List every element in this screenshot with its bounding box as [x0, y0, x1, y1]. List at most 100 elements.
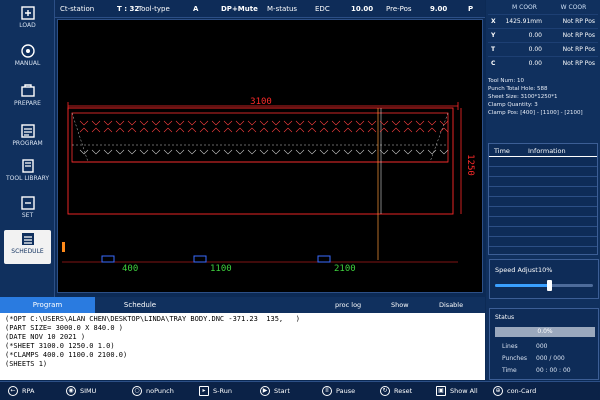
punch-hit: [139, 149, 149, 155]
speed-slider[interactable]: [495, 280, 593, 291]
nopunch-button[interactable]: ○ noPunch: [132, 386, 174, 396]
sidebar-item-schedule[interactable]: SCHEDULE: [4, 230, 51, 264]
coord-row-c: C 0.00 Not RP Pos: [488, 56, 598, 70]
single-run-icon: ▸: [199, 386, 209, 396]
punch-hit: [427, 127, 437, 133]
punch-hit: [403, 149, 413, 155]
message-log-table[interactable]: Time Information: [488, 143, 598, 255]
table-row: [489, 197, 597, 207]
rpa-button[interactable]: ← RPA: [8, 386, 34, 396]
time-value: 00 : 00 : 00: [536, 367, 571, 374]
button-label: con-Card: [507, 387, 537, 395]
sidebar-item-program[interactable]: PROGRAM: [4, 122, 51, 158]
punch-hit: [223, 120, 233, 126]
m-coord-value: 0.00: [528, 60, 542, 67]
con-card-button[interactable]: ⊕ con-Card: [493, 386, 536, 396]
table-row: [489, 217, 597, 227]
punch-hit: [247, 120, 257, 126]
punch-hit: [127, 127, 137, 133]
sidebar-item-manual[interactable]: MANUAL: [4, 42, 51, 78]
axis-label: C: [491, 60, 496, 67]
sheet-drawing-canvas[interactable]: 3100 1250 400 1100 2100: [57, 19, 483, 293]
punch-hit: [415, 149, 425, 155]
globe-icon: ⊕: [493, 386, 503, 396]
punch-hit: [391, 120, 401, 126]
table-row: [489, 167, 597, 177]
w-coord-value: Not RP Pos: [562, 18, 595, 25]
no-punch-icon: ○: [132, 386, 142, 396]
punch-hit: [211, 149, 221, 155]
reset-button[interactable]: ↻ Reset: [380, 386, 412, 396]
progress-bar: 0.0%: [495, 327, 595, 337]
program-tab-bar: Program Schedule proc log Show Disable: [0, 297, 485, 313]
punch-hit: [307, 120, 317, 126]
status-title: Status: [495, 314, 515, 321]
schedule-icon: [21, 233, 34, 245]
information-column-header: Information: [528, 147, 566, 155]
time-column-header: Time: [494, 147, 510, 155]
punch-hit: [439, 149, 449, 155]
sidebar-item-set[interactable]: SET: [4, 194, 51, 230]
table-row: [489, 177, 597, 187]
sidebar-item-load[interactable]: LOAD: [4, 4, 51, 40]
punch-hit: [271, 120, 281, 126]
punch-hit: [355, 149, 365, 155]
punch-hit: [103, 149, 113, 155]
coord-row-x: X 1425.91mm Not RP Pos: [488, 14, 598, 28]
axis-label: T: [491, 46, 496, 53]
lines-row: Lines 000: [502, 343, 547, 350]
table-row: [489, 237, 597, 247]
job-info: Tool Num: 10 Punch Total Hole: 588 Sheet…: [488, 77, 583, 117]
show-link[interactable]: Show: [391, 301, 409, 309]
tab-program[interactable]: Program: [0, 297, 95, 313]
start-button[interactable]: ▶ Start: [260, 386, 290, 396]
punch-hit: [307, 149, 317, 155]
punch-hit: [115, 149, 125, 155]
simu-button[interactable]: ◉ SIMU: [66, 386, 96, 396]
punch-hit: [439, 127, 449, 133]
punch-hit: [163, 127, 173, 133]
proc-log-link[interactable]: proc log: [335, 301, 361, 309]
disable-link[interactable]: Disable: [439, 301, 463, 309]
sidebar-item-prepare[interactable]: PREPARE: [4, 82, 51, 118]
clamp-label: 400: [122, 264, 138, 274]
s-run-button[interactable]: ▸ S-Run: [199, 386, 232, 396]
pause-button[interactable]: II Pause: [322, 386, 355, 396]
pre-pos-value: 9.00: [430, 5, 448, 13]
show-all-icon: ▣: [436, 386, 446, 396]
punch-hit: [391, 127, 401, 133]
button-label: noPunch: [146, 387, 174, 395]
punch-hit: [139, 120, 149, 126]
punch-hit: [163, 120, 173, 126]
punch-hit: [343, 149, 353, 155]
ct-station-label: Ct-station: [60, 5, 95, 13]
axis-label: Y: [491, 32, 496, 39]
nc-program-editor[interactable]: (*OPT C:\USERS\ALAN CHEN\DESKTOP\LINDA\T…: [0, 313, 485, 380]
prepare-icon: [20, 84, 35, 97]
punch-hit: [91, 127, 101, 133]
punch-hit: [355, 127, 365, 133]
sidebar-item-tool-library[interactable]: TOOL LIBRARY: [4, 157, 51, 193]
w-coord-value: Not RP Pos: [562, 46, 595, 53]
punch-hit: [271, 149, 281, 155]
show-all-button[interactable]: ▣ Show All: [436, 386, 478, 396]
punch-hit: [151, 149, 161, 155]
punch-hit: [367, 127, 377, 133]
punch-hit: [175, 149, 185, 155]
tab-schedule[interactable]: Schedule: [95, 297, 185, 313]
punch-hit: [151, 127, 161, 133]
sidebar-item-label: LOAD: [19, 22, 36, 29]
punch-hit: [283, 120, 293, 126]
punch-hit: [235, 120, 245, 126]
punch-hit: [415, 127, 425, 133]
punch-hit: [103, 120, 113, 126]
punch-hit: [199, 120, 209, 126]
simulate-icon: ◉: [66, 386, 76, 396]
reset-icon: ↻: [380, 386, 390, 396]
punch-hit: [223, 127, 233, 133]
punch-hit: [427, 120, 437, 126]
punch-hit: [259, 120, 269, 126]
speed-slider-handle[interactable]: [546, 280, 552, 291]
punch-hit: [367, 149, 377, 155]
sheet-size: Sheet Size: 3100*1250*1: [488, 94, 558, 100]
